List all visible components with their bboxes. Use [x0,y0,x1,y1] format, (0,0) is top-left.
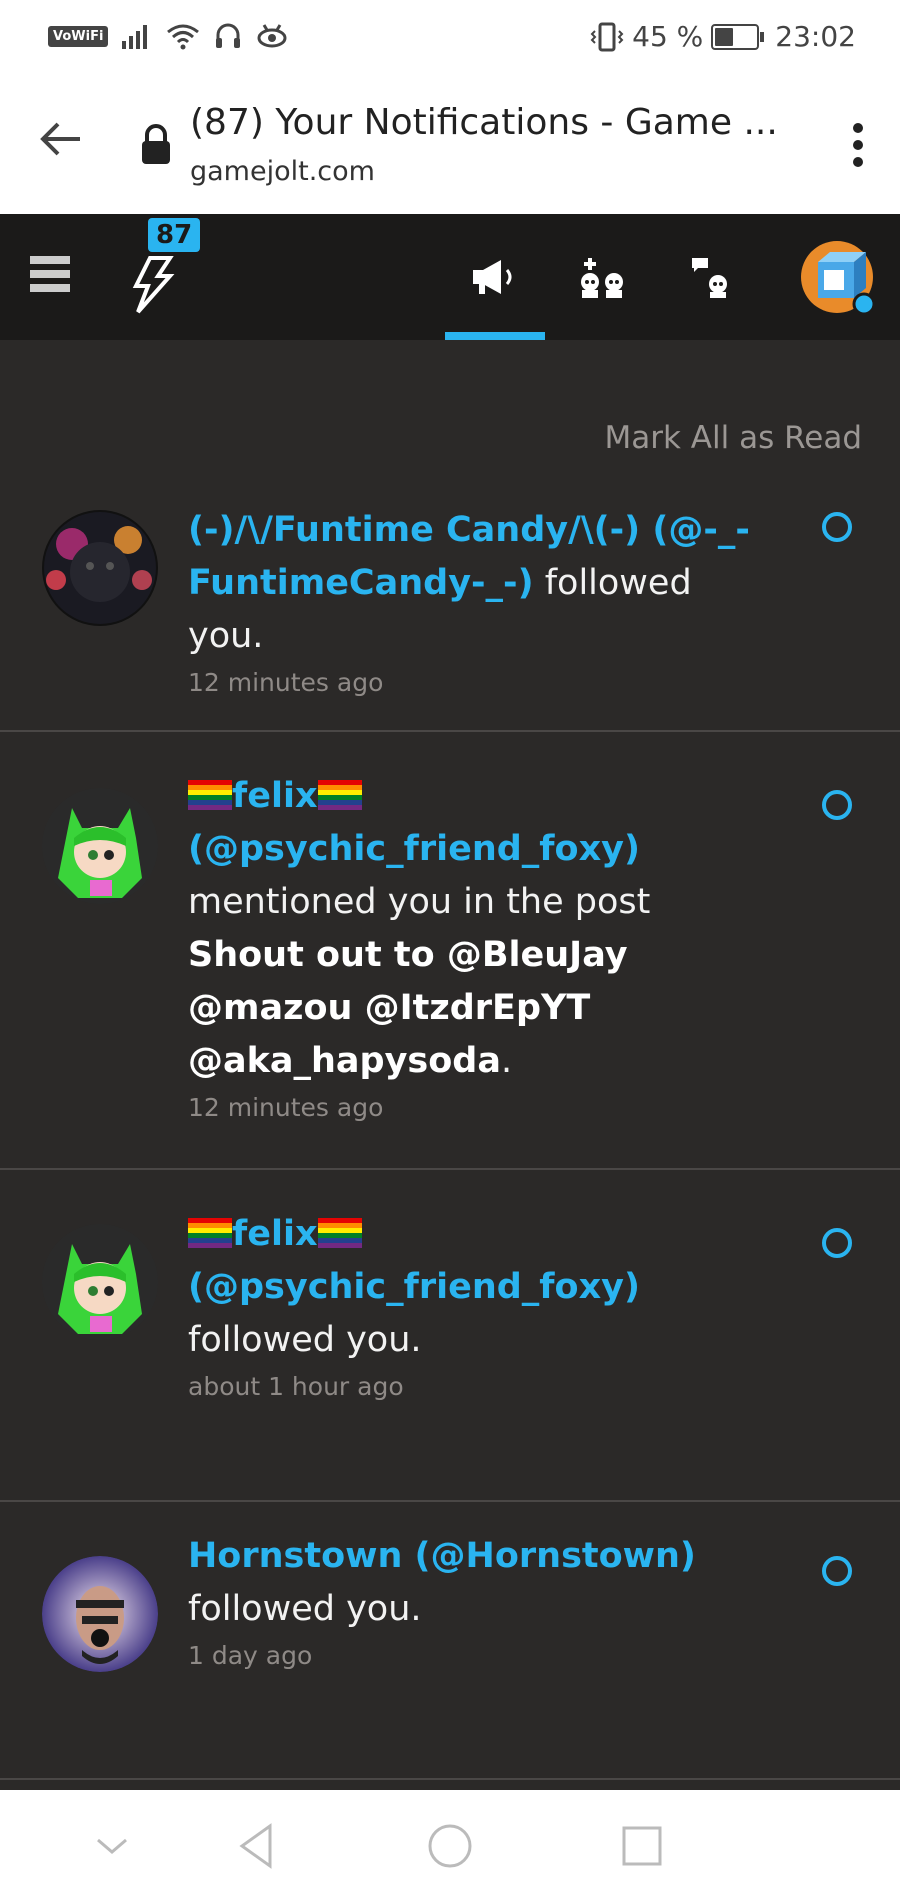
lock-icon [142,124,170,164]
back-triangle-icon[interactable] [230,1818,286,1874]
signal-icon [122,25,148,49]
more-menu-icon[interactable] [846,120,870,170]
notification-item[interactable]: felix (@psychic_friend_foxy) mentioned you… [0,732,900,1170]
back-arrow-icon[interactable] [36,114,86,164]
chat-icon[interactable] [686,252,750,302]
unread-indicator[interactable] [822,1228,852,1258]
recents-square-icon[interactable] [614,1818,670,1874]
app-top-bar: 87 [0,214,900,340]
menu-icon[interactable] [30,256,70,292]
clock: 23:02 [775,20,856,53]
friend-requests-icon[interactable] [572,252,636,302]
notification-text: felix (@psychic_friend_foxy) followed you… [188,1208,768,1407]
user-avatar[interactable] [42,1224,158,1340]
page-title[interactable]: (87) Your Notifications - Game ... [190,102,778,143]
notification-count-badge[interactable]: 87 [148,218,201,252]
timestamp: 12 minutes ago [188,668,384,697]
vowifi-badge: VoWiFi [48,25,109,47]
notification-item[interactable]: (-)/\/Funtime Candy/\(-) (@-_-FuntimeCan… [0,480,900,732]
user-link[interactable]: felix (@psychic_friend_foxy) [188,1214,640,1307]
status-bar: VoWiFi 45 % 23:02 [0,0,900,76]
notification-text: felix (@psychic_friend_foxy) mentioned you… [188,770,768,1128]
user-link[interactable]: felix (@psychic_friend_foxy) [188,776,640,869]
chevron-down-icon[interactable] [84,1818,140,1874]
notification-text: Hornstown (@Hornstown) followed you. 1 da… [188,1530,768,1676]
active-tab-indicator [445,332,545,340]
gamejolt-bolt-icon[interactable] [130,254,176,314]
pride-flag-icon [317,780,362,810]
pride-flag-icon [188,780,232,810]
timestamp: 12 minutes ago [188,1093,384,1122]
page-host[interactable]: gamejolt.com [190,156,375,187]
timestamp: about 1 hour ago [188,1372,404,1401]
user-avatar[interactable] [42,1556,158,1672]
activity-megaphone-icon[interactable] [465,252,529,302]
user-avatar[interactable] [42,510,158,626]
unread-indicator[interactable] [822,1556,852,1586]
user-avatar[interactable] [42,788,158,904]
notification-text: (-)/\/Funtime Candy/\(-) (@-_-FuntimeCan… [188,504,768,703]
timestamp: 1 day ago [188,1641,313,1670]
notification-item[interactable]: Hornstown (@Hornstown) followed you. 1 da… [0,1502,900,1780]
system-navigation-bar [0,1790,900,1900]
unread-indicator[interactable] [822,790,852,820]
headphones-icon [216,23,241,48]
battery-percent: 45 % [632,20,704,53]
battery-icon [711,23,765,50]
unread-indicator[interactable] [822,512,852,542]
mark-all-read-button[interactable]: Mark All as Read [605,420,862,456]
wifi-icon [167,24,200,50]
eye-icon [257,24,287,48]
vibrate-icon [590,22,624,51]
pride-flag-icon [317,1218,362,1248]
browser-url-bar: (87) Your Notifications - Game ... gamej… [0,76,900,214]
post-link[interactable]: Shout out to @BleuJay @mazou @ItzdrEpYT … [188,935,628,1081]
notification-item[interactable]: felix (@psychic_friend_foxy) followed you… [0,1170,900,1502]
user-avatar[interactable] [800,240,876,316]
home-circle-icon[interactable] [422,1818,478,1874]
user-link[interactable]: Hornstown (@Hornstown) [188,1536,696,1576]
pride-flag-icon [188,1218,232,1248]
